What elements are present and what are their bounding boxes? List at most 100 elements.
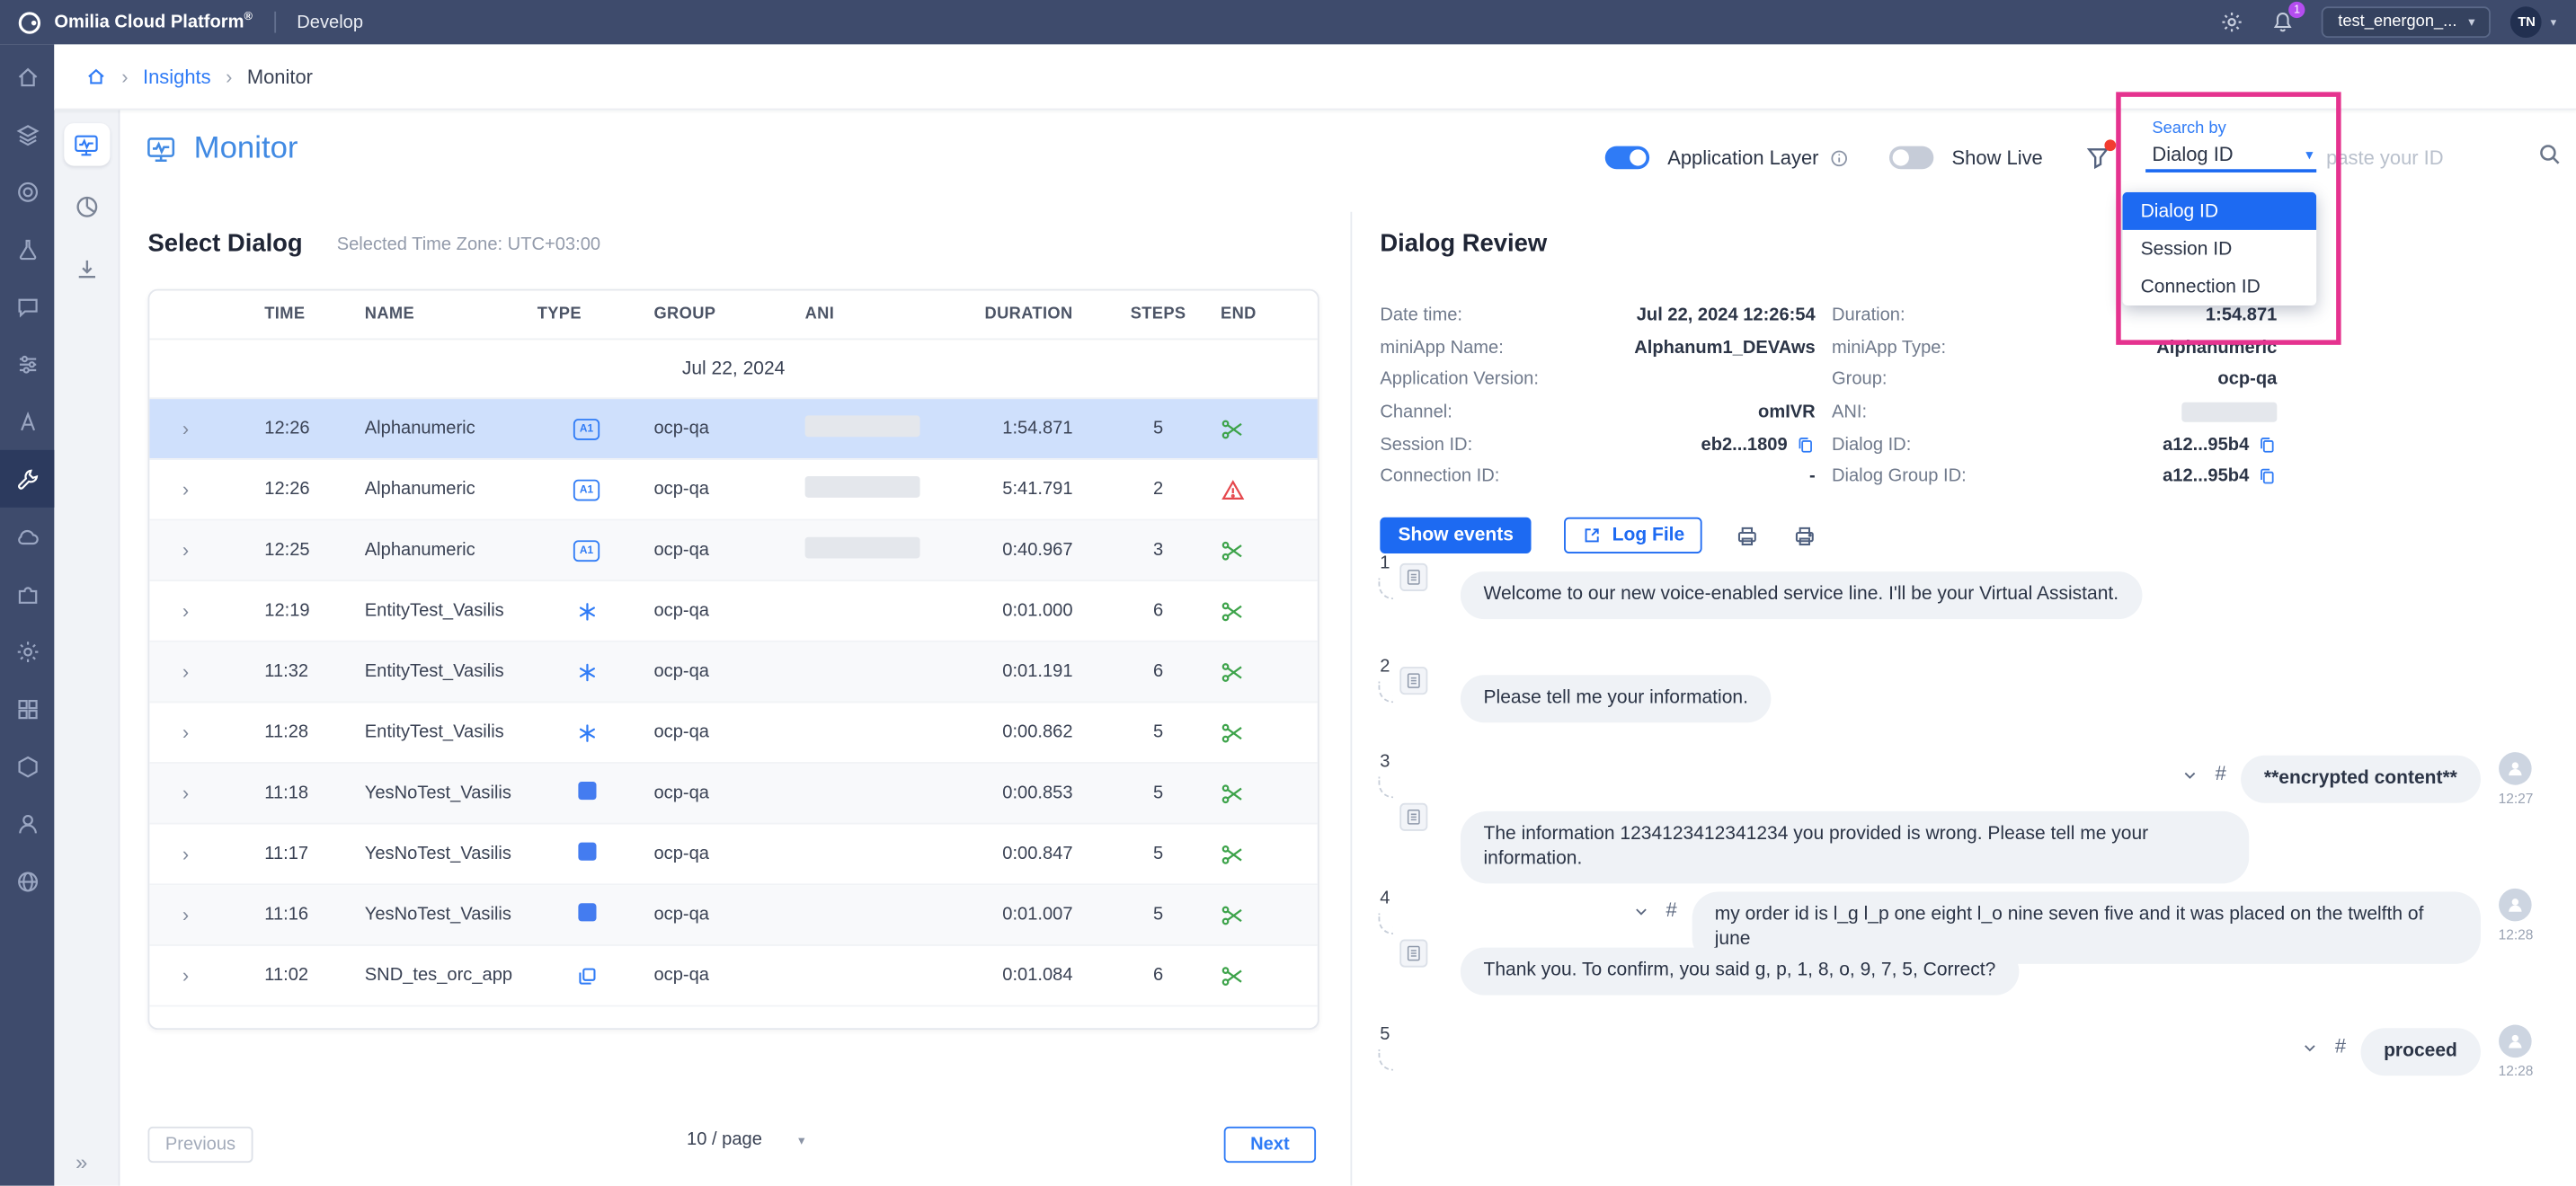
call-end-success-icon (1221, 659, 1245, 684)
copy-icon[interactable] (2257, 435, 2277, 455)
copy-message-button[interactable] (1399, 667, 1427, 695)
printer-icon[interactable] (1736, 523, 1760, 547)
row-expander-icon[interactable]: › (182, 539, 189, 562)
sidebar-icon-tools[interactable] (0, 450, 54, 508)
hash-icon[interactable]: # (2216, 762, 2226, 785)
row-expander-icon[interactable]: › (182, 478, 189, 501)
sidebar-icon-annotation[interactable] (0, 393, 54, 450)
row-expander-icon[interactable]: › (182, 417, 189, 440)
field-value: a12...95b4 (2163, 435, 2249, 455)
tenant-selector[interactable]: test_energon_... ▾ (2322, 6, 2492, 38)
dropdown-option-connection-id[interactable]: Connection ID (2123, 268, 2317, 305)
log-file-button[interactable]: Log File (1565, 518, 1703, 553)
printer-alt-icon[interactable] (1793, 523, 1817, 547)
sidebar-icon-puzzle[interactable] (0, 565, 54, 623)
table-row[interactable]: › 11:02 SND_tes_orc_app ocp-qa 0:01.084 … (149, 946, 1318, 1007)
copy-icon[interactable] (1796, 435, 1816, 455)
subnav-reports-icon[interactable] (63, 186, 109, 229)
page-title: Monitor (145, 128, 298, 172)
sidebar-icon-layers[interactable] (0, 105, 54, 163)
table-row[interactable]: › 12:26 Alphanumeric A1 ocp-qa 5:41.791 … (149, 460, 1318, 521)
row-expander-icon[interactable]: › (182, 660, 189, 684)
show-live-toggle[interactable] (1889, 146, 1933, 170)
dialog-review-fields: Date time: Jul 22, 2024 12:26:54 Duratio… (1380, 299, 2277, 493)
field-label: Dialog ID: (1832, 435, 2037, 455)
page-size-select[interactable]: 10 / page ▾ (687, 1130, 804, 1150)
subnav-monitor-icon[interactable] (63, 123, 109, 166)
sidebar-icon-home[interactable] (0, 48, 54, 105)
sidebar-icon-identity[interactable] (0, 163, 54, 220)
external-link-icon (1583, 526, 1603, 545)
field-value: - (1586, 467, 1816, 487)
copy-message-button[interactable] (1399, 803, 1427, 831)
call-end-success-icon (1221, 720, 1245, 744)
dropdown-option-dialog-id[interactable]: Dialog ID (2123, 192, 2317, 230)
sidebar-icon-globe[interactable] (0, 853, 54, 910)
copy-message-icon (1407, 672, 1421, 690)
transcript-step: 1 Welcome to our new voice-enabled servi… (1373, 553, 2142, 619)
sidebar-icon-flask[interactable] (0, 220, 54, 278)
sidebar-icon-hexagon[interactable] (0, 738, 54, 795)
sidebar-icon-chat[interactable] (0, 278, 54, 335)
table-row[interactable]: › 11:16 YesNoTest_Vasilis ocp-qa 0:01.00… (149, 885, 1318, 946)
subnav-export-icon[interactable] (63, 248, 109, 291)
bell-icon[interactable]: 1 (2270, 10, 2295, 34)
application-layer-toggle[interactable] (1605, 146, 1649, 170)
omilia-logo-icon (16, 9, 42, 35)
info-icon[interactable] (1828, 147, 1850, 169)
row-expander-icon[interactable]: › (182, 903, 189, 926)
redacted-ani (805, 415, 920, 437)
row-expander-icon[interactable]: › (182, 964, 189, 987)
table-row[interactable]: › 12:25 Alphanumeric A1 ocp-qa 0:40.967 … (149, 520, 1318, 581)
copy-message-button[interactable] (1399, 940, 1427, 968)
copy-message-button[interactable] (1399, 563, 1427, 591)
table-row[interactable]: › 11:18 YesNoTest_Vasilis ocp-qa 0:00.85… (149, 764, 1318, 825)
sidebar-icon-user[interactable] (0, 795, 54, 853)
hash-icon[interactable]: # (1666, 898, 1676, 922)
row-expander-icon[interactable]: › (182, 721, 189, 744)
step-number: 1 (1380, 553, 1390, 573)
filter-icon[interactable] (2085, 145, 2111, 171)
collapse-step-icon[interactable] (2182, 767, 2198, 783)
user-avatar-icon (2500, 752, 2533, 785)
call-end-success-icon (1221, 416, 1245, 440)
sidebar-expand-control[interactable]: » (76, 1149, 87, 1173)
copy-icon[interactable] (2257, 467, 2277, 487)
secondary-sidebar: » (54, 110, 120, 1185)
table-row[interactable]: › 11:17 YesNoTest_Vasilis ocp-qa 0:00.84… (149, 825, 1318, 886)
copy-message-icon (1407, 808, 1421, 826)
table-row[interactable]: › 12:19 EntityTest_Vasilis ocp-qa 0:01.0… (149, 581, 1318, 642)
chevron-down-icon[interactable]: ▾ (2551, 15, 2556, 29)
home-icon[interactable] (85, 66, 107, 87)
search-input[interactable] (2326, 139, 2523, 175)
previous-page-button[interactable]: Previous (148, 1127, 253, 1163)
table-row[interactable]: › 11:28 EntityTest_Vasilis ocp-qa 0:00.8… (149, 703, 1318, 764)
row-expander-icon[interactable]: › (182, 782, 189, 805)
sidebar-icon-cloud[interactable] (0, 508, 54, 565)
row-expander-icon[interactable]: › (182, 599, 189, 623)
gear-icon[interactable] (2220, 10, 2244, 34)
sidebar-icon-sliders[interactable] (0, 335, 54, 393)
search-by-select[interactable]: Dialog ID ▾ (2152, 143, 2313, 166)
sidebar-icon-gear[interactable] (0, 623, 54, 680)
dropdown-option-session-id[interactable]: Session ID (2123, 230, 2317, 268)
search-icon[interactable] (2536, 141, 2563, 167)
table-row[interactable]: › 11:32 EntityTest_Vasilis ocp-qa 0:01.1… (149, 642, 1318, 704)
call-end-success-icon (1221, 598, 1245, 623)
field-value: omIVR (1586, 403, 1816, 422)
user-avatar[interactable]: TN (2511, 6, 2543, 38)
breadcrumb-insights[interactable]: Insights (143, 65, 211, 88)
show-events-button[interactable]: Show events (1380, 518, 1532, 553)
copy-message-icon (1407, 568, 1421, 586)
call-end-success-icon (1221, 781, 1245, 805)
sidebar-icon-grid[interactable] (0, 680, 54, 738)
next-page-button[interactable]: Next (1224, 1127, 1316, 1163)
collapse-step-icon[interactable] (1633, 903, 1649, 919)
row-expander-icon[interactable]: › (182, 843, 189, 866)
collapse-step-icon[interactable] (2302, 1040, 2318, 1056)
divider (274, 12, 276, 33)
table-row[interactable]: › 12:26 Alphanumeric A1 ocp-qa 1:54.871 … (149, 399, 1318, 460)
message-time: 12:28 (2499, 926, 2534, 943)
hash-icon[interactable]: # (2335, 1035, 2346, 1058)
notification-badge: 1 (2288, 2, 2305, 18)
